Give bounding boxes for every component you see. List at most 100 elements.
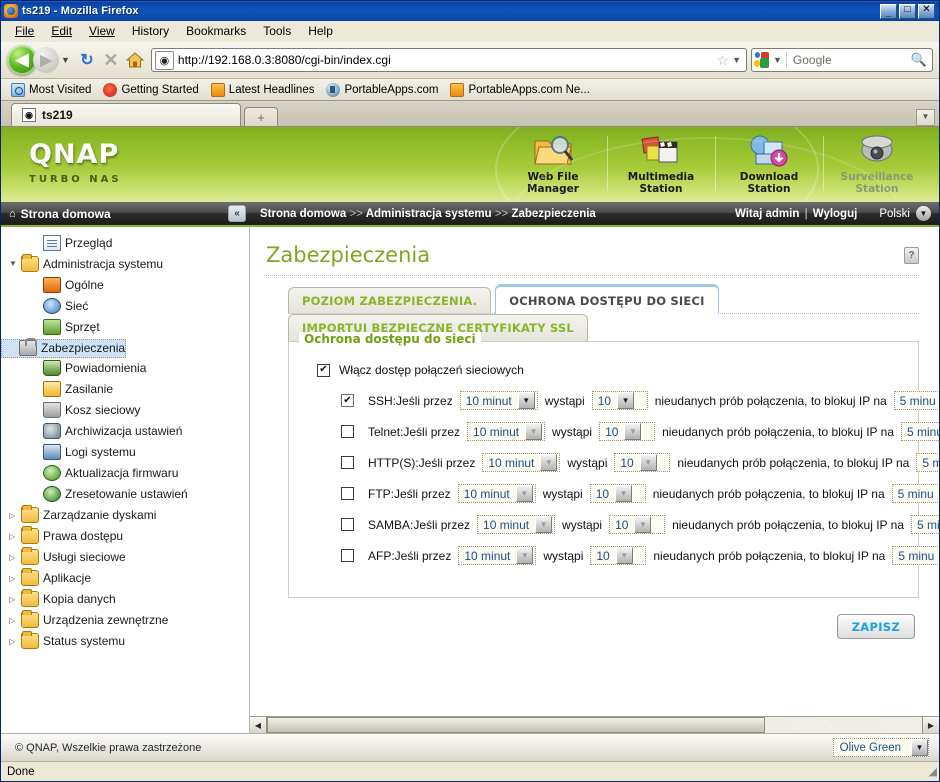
sidebar-item-zarzadzanie-dyskami[interactable]: ▷ Zarządzanie dyskami [1,505,249,526]
sidebar-item-kopia-danych[interactable]: ▷ Kopia danych [1,589,249,610]
https-attempts-select[interactable]: 10 ▼ [614,453,671,472]
ftp-attempts-select[interactable]: 10 ▼ [589,484,646,503]
enable-network-access-checkbox[interactable] [317,363,330,377]
tab-ochrona-dostepu-do-sieci[interactable]: OCHRONA DOSTĘPU DO SIECI [495,284,719,314]
menu-history[interactable]: History [124,22,177,40]
search-engine-dropdown-icon[interactable]: ▼ [771,55,786,65]
search-input[interactable]: Google [787,53,911,67]
sidebar-item-administracja-systemu[interactable]: ▼ Administracja systemu [1,253,249,274]
app-multimedia-station[interactable]: Multimedia Station [607,130,715,195]
menu-file[interactable]: File [7,22,42,40]
sidebar-item-zasilanie[interactable]: Zasilanie [1,379,249,400]
ssh-block-select[interactable]: 5 minu [893,391,939,410]
minimize-button[interactable]: _ [880,3,897,19]
sidebar-item-aplikacje[interactable]: ▷ Aplikacje [1,568,249,589]
scrollbar-thumb[interactable] [267,717,765,733]
resize-grip-icon[interactable]: ◢ [929,765,939,778]
tree-arrow-collapsed-icon[interactable]: ▷ [9,511,21,520]
menu-bookmarks[interactable]: Bookmarks [178,22,254,40]
sidebar-collapse-button[interactable]: « [228,205,246,222]
https-checkbox[interactable] [341,456,354,469]
language-selector[interactable]: Polski ▼ [879,206,931,221]
sidebar-item-aktualizacja-firmwaru[interactable]: Aktualizacja firmwaru [1,463,249,484]
sidebar-item-urzadzenia-zewnetrzne[interactable]: ▷ Urządzenia zewnętrzne [1,610,249,631]
app-web-file-manager[interactable]: Web File Manager [499,130,607,195]
ssh-checkbox[interactable] [341,394,354,407]
tree-arrow-collapsed-icon[interactable]: ▷ [9,616,21,625]
chevron-down-icon[interactable]: ▼ [916,206,931,221]
sidebar-item-prawa-dostepu[interactable]: ▷ Prawa dostępu [1,526,249,547]
home-button[interactable] [123,52,147,68]
new-tab-button[interactable]: + [244,107,278,126]
url-history-dropdown-icon[interactable]: ▼ [732,55,746,65]
samba-attempts-select[interactable]: 10 ▼ [609,515,666,534]
maximize-button[interactable]: □ [899,3,916,19]
tab-list-button[interactable]: ▼ [916,109,939,126]
app-download-station[interactable]: Download Station [715,130,823,195]
https-duration-select[interactable]: 10 minut ▼ [482,453,561,472]
ftp-checkbox[interactable] [341,487,354,500]
logout-link[interactable]: Wyloguj [813,208,858,220]
breadcrumb-item-admin[interactable]: Administracja systemu [366,208,492,220]
breadcrumb-item-security[interactable]: Zabezpieczenia [511,208,595,220]
telnet-attempts-select[interactable]: 10 ▼ [599,422,656,441]
sidebar-item-status-systemu[interactable]: ▷ Status systemu [1,631,249,652]
site-identity-icon[interactable]: ◉ [154,50,174,70]
sidebar-item-archiwizacja-ustawien[interactable]: Archiwizacja ustawień [1,421,249,442]
telnet-checkbox[interactable] [341,425,354,438]
ssh-duration-select[interactable]: 10 minut ▼ [459,391,538,410]
telnet-duration-select[interactable]: 10 minut ▼ [467,422,546,441]
scroll-left-button[interactable]: ◀ [250,717,267,733]
ssh-attempts-select[interactable]: 10 ▼ [591,391,648,410]
tab-ts219[interactable]: ◉ ts219 [11,103,241,126]
sidebar-item-siec[interactable]: Sieć [1,295,249,316]
history-dropdown-button[interactable]: ▼ [61,55,70,65]
tree-arrow-expanded-icon[interactable]: ▼ [9,259,21,268]
afp-block-select[interactable]: 5 minu [892,546,939,565]
sidebar-item-kosz-sieciowy[interactable]: Kosz sieciowy [1,400,249,421]
afp-attempts-select[interactable]: 10 ▼ [590,546,647,565]
search-bar[interactable]: ▼ Google 🔍 [751,48,933,72]
afp-duration-select[interactable]: 10 minut ▼ [458,546,537,565]
tree-arrow-collapsed-icon[interactable]: ▷ [9,595,21,604]
tree-arrow-collapsed-icon[interactable]: ▷ [9,574,21,583]
sidebar-item-logi-systemu[interactable]: Logi systemu [1,442,249,463]
sidebar-item-uslugi-sieciowe[interactable]: ▷ Usługi sieciowe [1,547,249,568]
ftp-block-select[interactable]: 5 minu [891,484,939,503]
content-horizontal-scrollbar[interactable]: ◀ ▶ [250,716,939,733]
breadcrumb-item-home[interactable]: Strona domowa [260,208,346,220]
samba-block-select[interactable]: 5 minu [911,515,939,534]
reload-button[interactable]: ↻ [75,50,99,70]
scrollbar-track[interactable] [267,717,922,733]
sidebar-item-sprzet[interactable]: Sprzęt [1,316,249,337]
menu-help[interactable]: Help [300,22,341,40]
menu-view[interactable]: View [81,22,123,40]
sidebar-item-powiadomienia[interactable]: Powiadomienia [1,358,249,379]
tree-arrow-collapsed-icon[interactable]: ▷ [9,637,21,646]
ftp-duration-select[interactable]: 10 minut ▼ [457,484,536,503]
menu-tools[interactable]: Tools [255,22,299,40]
tree-arrow-collapsed-icon[interactable]: ▷ [9,532,21,541]
search-icon[interactable]: 🔍 [911,52,932,68]
sidebar-item-przeglad[interactable]: Przegląd [1,232,249,253]
help-button[interactable]: ? [904,247,919,264]
theme-select[interactable]: Olive Green ▼ [832,738,929,757]
bookmark-star-icon[interactable]: ☆ [714,52,733,69]
telnet-block-select[interactable]: 5 minu [901,422,939,441]
scroll-right-button[interactable]: ▶ [922,717,939,733]
https-block-select[interactable]: 5 minu [916,453,939,472]
url-bar[interactable]: ◉ http://192.168.0.3:8080/cgi-bin/index.… [150,48,747,72]
close-button[interactable]: ✕ [918,3,935,19]
stop-button[interactable]: ✕ [99,50,123,71]
tab-poziom-zabezpieczenia[interactable]: POZIOM ZABEZPIECZENIA. [288,287,492,314]
bookmark-latest-headlines[interactable]: Latest Headlines [207,82,319,97]
sidebar-item-zabezpieczenia[interactable]: Zabezpieczenia [1,338,127,358]
samba-checkbox[interactable] [341,518,354,531]
url-input[interactable]: http://192.168.0.3:8080/cgi-bin/index.cg… [178,53,714,67]
sidebar-item-ogolne[interactable]: Ogólne [1,274,249,295]
qnap-logo[interactable]: QNAP TURBO NAS [29,139,122,185]
save-button[interactable]: ZAPISZ [836,614,915,639]
afp-checkbox[interactable] [341,549,354,562]
tree-arrow-collapsed-icon[interactable]: ▷ [9,553,21,562]
bookmark-most-visited[interactable]: Most Visited [7,82,95,97]
